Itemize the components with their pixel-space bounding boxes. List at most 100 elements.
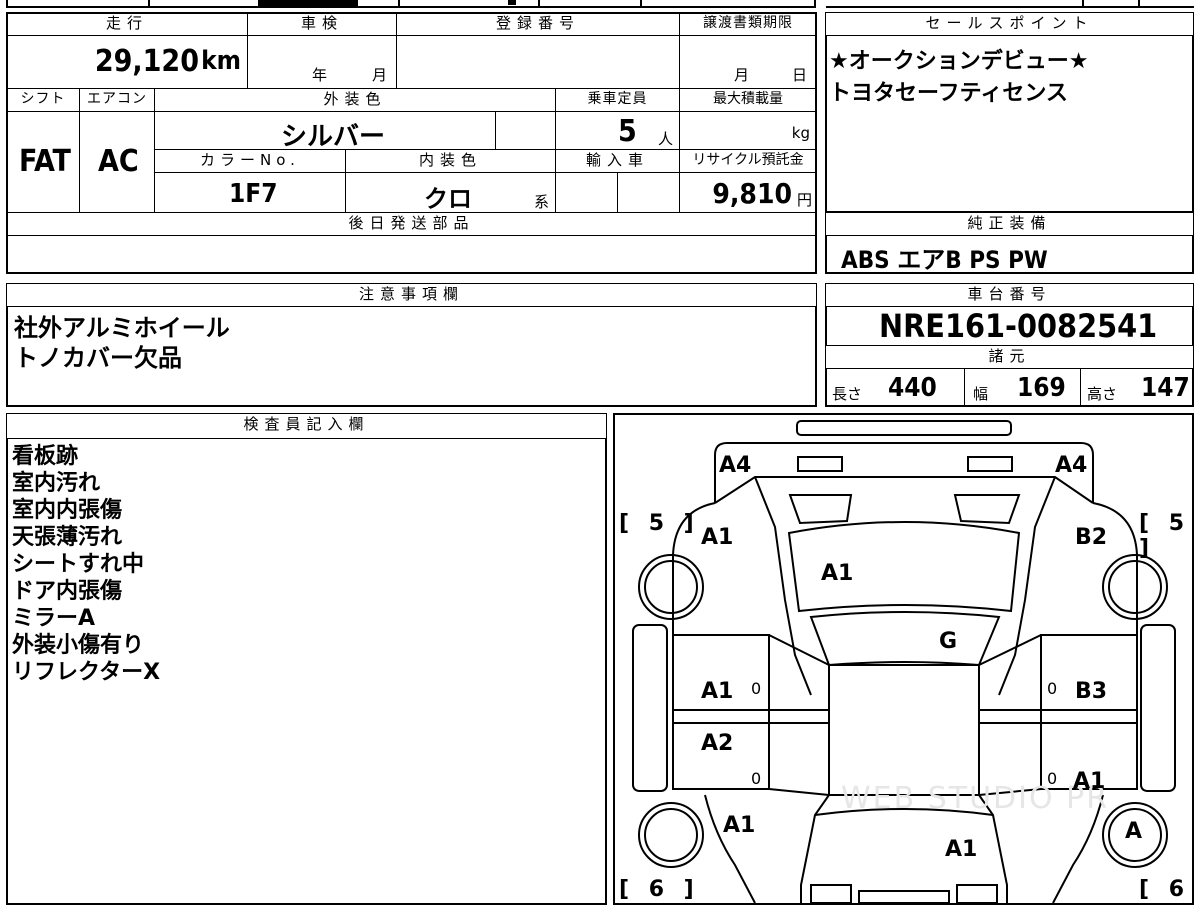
top-cut-strip [6,0,816,8]
sales-points-box: セールスポイント ★オークションデビュー★ トヨタセーフティセンス [825,12,1194,213]
mileage-cell: 29,120 km [6,35,248,89]
notes-text: 社外アルミホイール トノカバー欠品 [14,313,230,373]
zero-mark: 0 [1047,679,1058,698]
color-no-cell: 1F7 [154,172,346,213]
vehicle-info-block: 走行 車検 登録番号 譲渡書類期限 29,120 km 年 月 月 日 シフト … [6,12,817,274]
specs-width-cell: 幅 169 [964,368,1081,407]
interior-color-value: クロ [424,185,472,213]
import-cell-a [555,172,618,213]
exterior-color-header: 外装色 [154,88,556,112]
specs-width-value: 169 [1017,373,1066,403]
inspector-list: 看板跡 室内汚れ 室内内張傷 天張薄汚れ シートすれ中 ドア内張傷 ミラーA 外… [12,443,160,686]
car-outline [632,420,1176,903]
grade-rear-glass: A1 [821,561,854,586]
inspector-header: 検査員記入欄 [6,413,607,439]
recycle-fee-unit: 円 [796,191,812,209]
shift-value: FAT [19,144,71,179]
grade-fender-left: A1 [723,813,756,838]
registration-cell [396,35,680,89]
shift-cell: FAT [6,111,80,213]
mileage-value: 29,120 [94,44,199,79]
equipment-header: 純正装備 [825,212,1194,236]
specs-header: 諸元 [825,345,1194,369]
inspector-line: リフレクターX [12,660,161,685]
registration-header: 登録番号 [396,12,680,36]
capacity-unit: 人 [658,130,674,148]
note-line: 社外アルミホイール [14,314,230,342]
recycle-fee-header: リサイクル預託金 [679,149,817,173]
tire-label-upper-left: [ 5 ] [619,511,700,536]
sales-point-line: ★オークションデビュー★ [829,49,1089,74]
capacity-cell: 5 人 [555,111,680,150]
inspector-line: 天張薄汚れ [12,525,123,550]
specs-height-value: 147 [1141,373,1190,403]
color-no-header: カラーNo. [154,149,346,173]
zero-mark: 0 [1047,769,1058,788]
grade-rear-door-left: A1 [701,679,734,704]
specs-length-value: 440 [888,373,937,403]
chassis-value: NRE161-0082541 [879,307,1158,345]
mileage-unit: km [201,46,241,76]
deadline-month-unit: 月 [734,66,750,84]
transfer-deadline-cell: 月 日 [679,35,817,89]
chassis-box: 車台番号 NRE161-0082541 諸元 長さ 440 幅 169 高さ 1… [825,283,1194,407]
aircon-cell: AC [79,111,155,213]
sales-point-line: トヨタセーフティセンス [829,81,1068,106]
capacity-value: 5 [618,114,637,149]
grade-wheel-front-right: A [1125,819,1143,844]
exterior-color-cell: シルバー [154,111,496,152]
notes-box: 注意事項欄 社外アルミホイール トノカバー欠品 [6,283,817,407]
grade-rear-door-right: B3 [1075,679,1108,704]
grade-front-door-left: A2 [701,731,734,756]
top-cut-strip-right [826,0,1194,8]
interior-color-header: 内装色 [345,149,556,173]
inspector-line: ミラーA [12,606,96,631]
max-load-header: 最大積載量 [679,88,817,112]
import-header: 輸入車 [555,149,680,173]
specs-width-label: 幅 [973,385,989,403]
deadline-day-unit: 日 [792,66,808,84]
capacity-header: 乗車定員 [555,88,680,112]
inspector-line: 外装小傷有り [12,633,145,658]
inspector-line: ドア内張傷 [12,579,123,604]
car-diagram: WEB STUDIO PR [ 5 ] [ 5 ] [ 6 ] [ 6 ] A4… [613,413,1194,905]
exterior-color-extra [495,111,556,150]
inspector-line: 看板跡 [12,444,79,469]
interior-color-unit: 系 [534,193,550,211]
grade-rear-right: A4 [1055,453,1088,478]
zero-mark: 0 [751,679,762,698]
shift-header: シフト [6,88,80,112]
sales-points-header: セールスポイント [825,12,1194,36]
grade-front-door-right: A1 [1073,769,1106,794]
tire-label-lower-left: [ 6 ] [619,877,700,902]
equipment-box: 純正装備 ABS エアB PS PW [825,212,1194,274]
shaken-month-unit: 月 [372,66,388,84]
inspector-box: 検査員記入欄 看板跡 室内汚れ 室内内張傷 天張薄汚れ シートすれ中 ドア内張傷… [6,413,607,905]
interior-color-cell: クロ 系 [345,172,556,213]
specs-length-label: 長さ [832,385,863,403]
later-parts-header: 後日発送部品 [6,212,817,236]
zero-mark: 0 [751,769,762,788]
grade-rear-quarter-right: B2 [1075,525,1108,550]
grade-roof: G [939,629,958,654]
inspector-line: 室内汚れ [12,471,101,496]
shaken-year-unit: 年 [312,66,328,84]
shaken-header: 車検 [247,12,397,36]
mileage-header: 走行 [6,12,248,36]
grade-rear-left: A4 [719,453,752,478]
recycle-fee-value: 9,810 [712,177,792,210]
specs-height-cell: 高さ 147 [1080,368,1194,407]
inspector-line: 室内内張傷 [12,498,123,523]
max-load-unit: kg [791,124,810,142]
tire-label-lower-right: [ 6 ] [1139,877,1191,903]
tire-label-upper-right: [ 5 ] [1139,511,1191,561]
max-load-cell: kg [679,111,817,150]
note-line: トノカバー欠品 [14,344,182,372]
specs-length-cell: 長さ 440 [825,368,965,407]
shaken-cell: 年 月 [247,35,397,89]
later-parts-cell [6,235,817,274]
equipment-value: ABS エアB PS PW [841,246,1048,274]
aircon-header: エアコン [79,88,155,112]
import-cell-b [617,172,680,213]
transfer-deadline-header: 譲渡書類期限 [679,12,817,36]
